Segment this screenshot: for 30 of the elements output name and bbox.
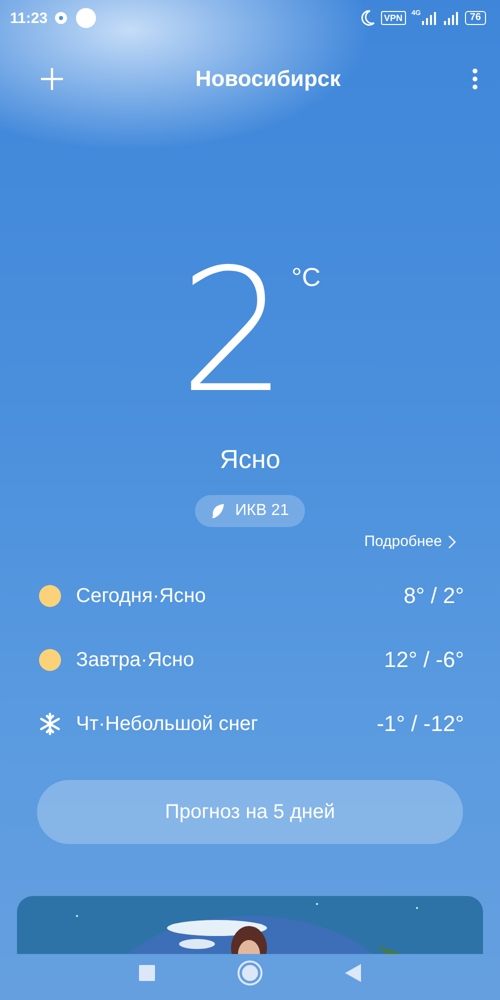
air-quality-badge[interactable]: ИКВ 21 bbox=[195, 495, 305, 527]
more-icon[interactable] bbox=[472, 68, 478, 90]
home-icon[interactable] bbox=[237, 960, 263, 986]
chevron-icon bbox=[448, 534, 456, 548]
add-icon[interactable] bbox=[40, 67, 64, 91]
signal-icon bbox=[420, 11, 437, 25]
forecast-day: Чт·Небольшой снег bbox=[76, 712, 363, 736]
back-icon[interactable] bbox=[345, 964, 361, 982]
snowflake-icon bbox=[38, 712, 62, 736]
clock: 11:23 bbox=[10, 10, 48, 26]
five-day-forecast-button[interactable]: Прогноз на 5 дней bbox=[37, 780, 463, 844]
vpn-indicator: VPN bbox=[381, 11, 406, 25]
battery-indicator: 76 bbox=[464, 11, 486, 25]
forecast-day: Завтра·Ясно bbox=[76, 648, 370, 672]
sun-icon bbox=[38, 648, 62, 672]
dot-icon bbox=[76, 8, 96, 28]
temperature-range: -1° / -12° bbox=[376, 711, 464, 737]
temperature-range: 12° / -6° bbox=[384, 647, 464, 673]
signal-icon bbox=[442, 11, 459, 25]
details-link[interactable]: Подробнее bbox=[364, 533, 456, 550]
moon-icon bbox=[361, 10, 376, 26]
temperature-unit: °C bbox=[291, 262, 321, 294]
forecast-day: Сегодня·Ясно bbox=[76, 584, 390, 608]
notification-icon bbox=[54, 11, 70, 25]
sun-icon bbox=[38, 584, 62, 608]
city-title: Новосибирск bbox=[194, 66, 342, 92]
temperature-range: 8° / 2° bbox=[404, 583, 464, 609]
temperature: 2 bbox=[179, 262, 288, 402]
weather-condition: Ясно bbox=[218, 444, 282, 475]
leaf-icon bbox=[211, 503, 226, 519]
